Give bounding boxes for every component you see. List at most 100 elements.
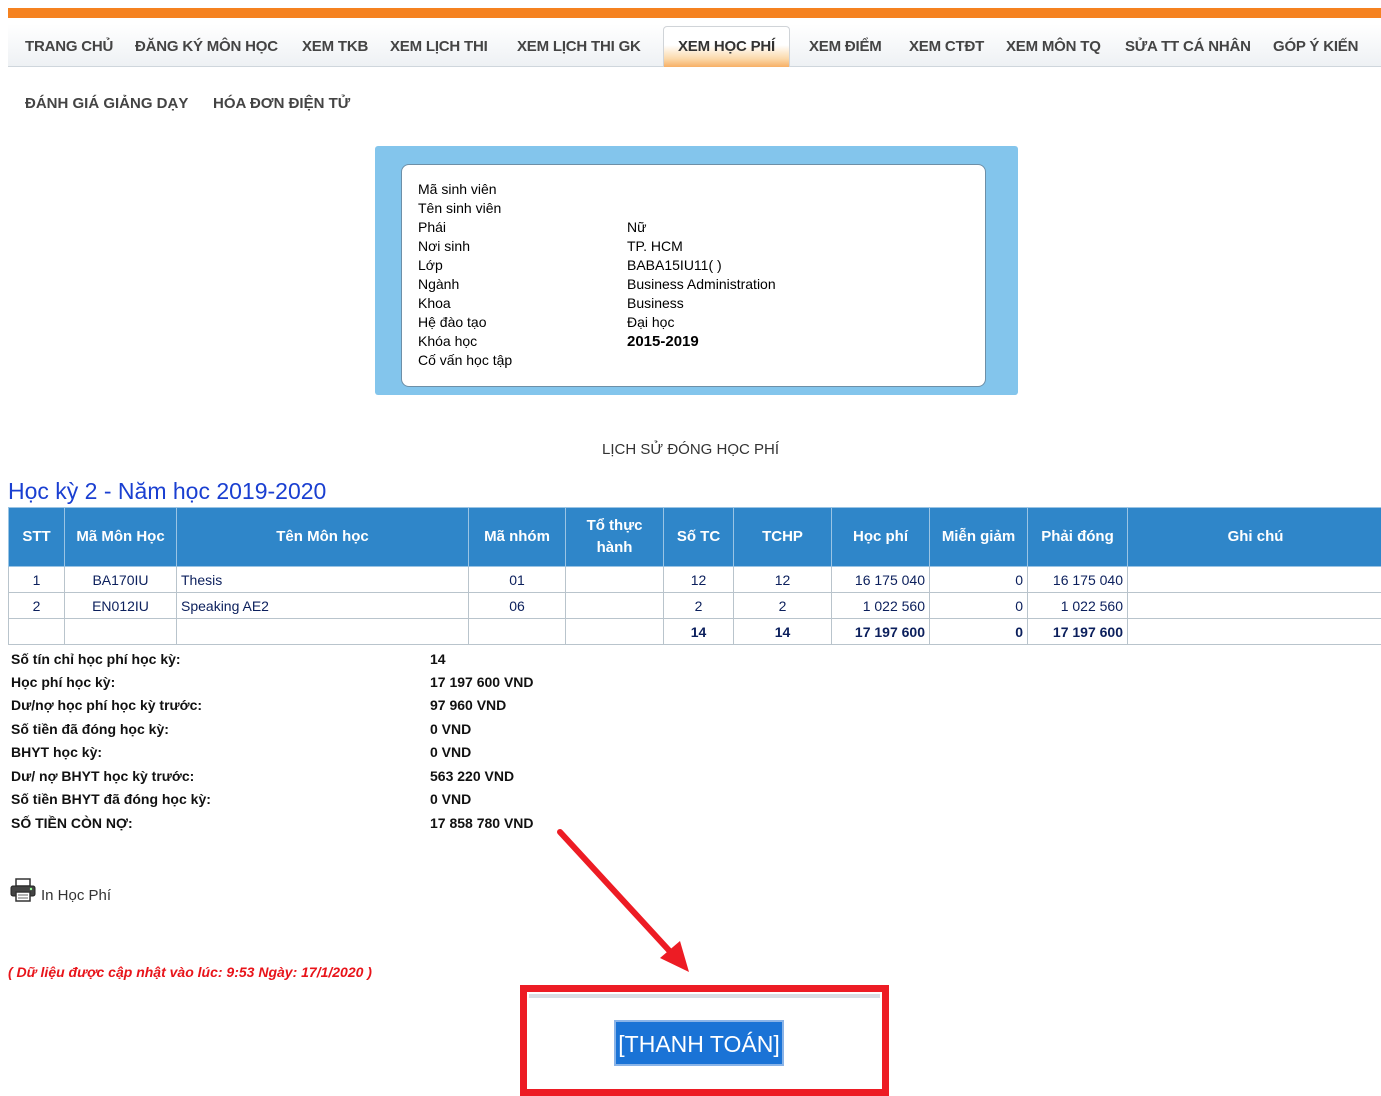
table-cell: 0 bbox=[930, 593, 1028, 619]
table-cell: 06 bbox=[469, 593, 566, 619]
info-value: Business bbox=[627, 294, 684, 313]
total-credits: 14 bbox=[664, 619, 734, 645]
column-header: Số TC bbox=[664, 508, 734, 567]
payment-history-title: LỊCH SỬ ĐÓNG HỌC PHÍ bbox=[0, 441, 1381, 458]
column-header: Phải đóng bbox=[1028, 508, 1128, 567]
nav-item-edit-profile[interactable]: SỬA TT CÁ NHÂN bbox=[1125, 24, 1251, 66]
table-cell: 0 bbox=[930, 567, 1028, 593]
total-discount: 0 bbox=[930, 619, 1028, 645]
total-tuition: 17 197 600 bbox=[832, 619, 930, 645]
student-info-card: Mã sinh viên Tên sinh viên Phái Nữ Nơi s… bbox=[401, 164, 986, 387]
table-cell bbox=[65, 619, 177, 645]
summary-label: Dư/nợ học phí học kỳ trước: bbox=[11, 697, 202, 713]
info-label: Ngành bbox=[418, 275, 459, 294]
table-cell: 1 022 560 bbox=[832, 593, 930, 619]
main-nav: TRANG CHỦ ĐĂNG KÝ MÔN HỌC XEM TKB XEM LỊ… bbox=[8, 24, 1381, 67]
nav-item-timetable[interactable]: XEM TKB bbox=[302, 24, 368, 66]
table-cell bbox=[469, 619, 566, 645]
info-value: Business Administration bbox=[627, 275, 776, 294]
table-cell: Thesis bbox=[177, 567, 469, 593]
column-header: Mã Môn Học bbox=[65, 508, 177, 567]
table-cell bbox=[9, 619, 65, 645]
summary-label: Số tiền đã đóng học kỳ: bbox=[11, 721, 169, 737]
nav-item-exam-schedule[interactable]: XEM LỊCH THI bbox=[390, 24, 488, 66]
semester-title: Học kỳ 2 - Năm học 2019-2020 bbox=[8, 478, 326, 505]
student-info-panel: Mã sinh viên Tên sinh viên Phái Nữ Nơi s… bbox=[375, 146, 1018, 395]
summary-label: SỐ TIỀN CÒN NỢ: bbox=[11, 815, 133, 831]
summary-value: 0 VND bbox=[430, 791, 471, 807]
nav-item-teaching-evaluation[interactable]: ĐÁNH GIÁ GIẢNG DẠY bbox=[25, 95, 188, 117]
table-row: 2 EN012IU Speaking AE2 06 2 2 1 022 560 … bbox=[9, 593, 1381, 619]
column-header: Mã nhóm bbox=[469, 508, 566, 567]
table-cell: 16 175 040 bbox=[832, 567, 930, 593]
info-value: Đại học bbox=[627, 313, 674, 332]
last-updated-text: ( Dữ liệu được cập nhật vào lúc: 9:53 Ng… bbox=[8, 964, 372, 980]
table-cell bbox=[177, 619, 469, 645]
nav-item-midterm-schedule[interactable]: XEM LỊCH THI GK bbox=[517, 24, 641, 66]
table-cell: 2 bbox=[9, 593, 65, 619]
nav-item-grades[interactable]: XEM ĐIỂM bbox=[809, 24, 882, 66]
table-cell bbox=[566, 619, 664, 645]
print-label: In Học Phí bbox=[41, 887, 111, 904]
info-label: Cố vấn học tập bbox=[418, 351, 512, 370]
nav-item-home[interactable]: TRANG CHỦ bbox=[25, 24, 113, 66]
table-cell: 12 bbox=[734, 567, 832, 593]
table-row: 1 BA170IU Thesis 01 12 12 16 175 040 0 1… bbox=[9, 567, 1381, 593]
table-total-row: 14 14 17 197 600 0 17 197 600 bbox=[9, 619, 1381, 645]
table-cell: 1 022 560 bbox=[1028, 593, 1128, 619]
column-header: Tên Môn học bbox=[177, 508, 469, 567]
column-header: Học phí bbox=[832, 508, 930, 567]
summary-value: 0 VND bbox=[430, 744, 471, 760]
table-cell: 2 bbox=[664, 593, 734, 619]
table-cell bbox=[566, 593, 664, 619]
column-header: Tổ thực hành bbox=[566, 508, 664, 567]
pay-button[interactable]: [THANH TOÁN] bbox=[614, 1020, 784, 1066]
divider bbox=[529, 994, 880, 998]
column-header: Ghi chú bbox=[1128, 508, 1381, 567]
info-value: Nữ bbox=[627, 218, 646, 237]
table-cell bbox=[1128, 567, 1381, 593]
nav-item-e-invoice[interactable]: HÓA ĐƠN ĐIỆN TỬ bbox=[213, 95, 350, 117]
summary-value: 563 220 VND bbox=[430, 768, 514, 784]
info-value: 2015-2019 bbox=[627, 332, 699, 351]
info-value: TP. HCM bbox=[627, 237, 683, 256]
summary-label: Số tiền BHYT đã đóng học kỳ: bbox=[11, 791, 211, 807]
nav-item-feedback[interactable]: GÓP Ý KIẾN bbox=[1273, 24, 1358, 66]
summary-value: 17 197 600 VND bbox=[430, 674, 534, 690]
highlight-box: [THANH TOÁN] bbox=[520, 985, 889, 1096]
info-label: Tên sinh viên bbox=[418, 199, 501, 218]
table-cell: BA170IU bbox=[65, 567, 177, 593]
total-fee-credits: 14 bbox=[734, 619, 832, 645]
summary-value: 17 858 780 VND bbox=[430, 815, 534, 831]
table-header-row: STT Mã Môn Học Tên Môn học Mã nhóm Tổ th… bbox=[9, 508, 1381, 567]
info-label: Phái bbox=[418, 218, 446, 237]
tuition-table: STT Mã Môn Học Tên Môn học Mã nhóm Tổ th… bbox=[8, 507, 1381, 645]
table-cell: Speaking AE2 bbox=[177, 593, 469, 619]
table-cell bbox=[1128, 619, 1381, 645]
info-label: Hệ đào tạo bbox=[418, 313, 487, 332]
top-accent-bar bbox=[8, 8, 1381, 18]
column-header: TCHP bbox=[734, 508, 832, 567]
table-cell bbox=[566, 567, 664, 593]
summary-label: Dư/ nợ BHYT học kỳ trước: bbox=[11, 768, 194, 784]
info-label: Lớp bbox=[418, 256, 443, 275]
total-payable: 17 197 600 bbox=[1028, 619, 1128, 645]
table-cell: EN012IU bbox=[65, 593, 177, 619]
summary-value: 97 960 VND bbox=[430, 697, 506, 713]
printer-icon bbox=[10, 878, 36, 902]
table-cell: 16 175 040 bbox=[1028, 567, 1128, 593]
table-cell: 01 bbox=[469, 567, 566, 593]
nav-item-course-registration[interactable]: ĐĂNG KÝ MÔN HỌC bbox=[135, 24, 278, 66]
table-cell: 2 bbox=[734, 593, 832, 619]
info-label: Khóa học bbox=[418, 332, 477, 351]
nav-item-tuition[interactable]: XEM HỌC PHÍ bbox=[663, 26, 790, 67]
table-cell bbox=[1128, 593, 1381, 619]
summary-label: BHYT học kỳ: bbox=[11, 744, 102, 760]
summary-value: 0 VND bbox=[430, 721, 471, 737]
table-cell: 1 bbox=[9, 567, 65, 593]
nav-item-general-courses[interactable]: XEM MÔN TQ bbox=[1006, 24, 1101, 66]
info-label: Mã sinh viên bbox=[418, 180, 497, 199]
nav-item-curriculum[interactable]: XEM CTĐT bbox=[909, 24, 984, 66]
summary-label: Số tín chỉ học phí học kỳ: bbox=[11, 651, 181, 667]
column-header: Miễn giảm bbox=[930, 508, 1028, 567]
